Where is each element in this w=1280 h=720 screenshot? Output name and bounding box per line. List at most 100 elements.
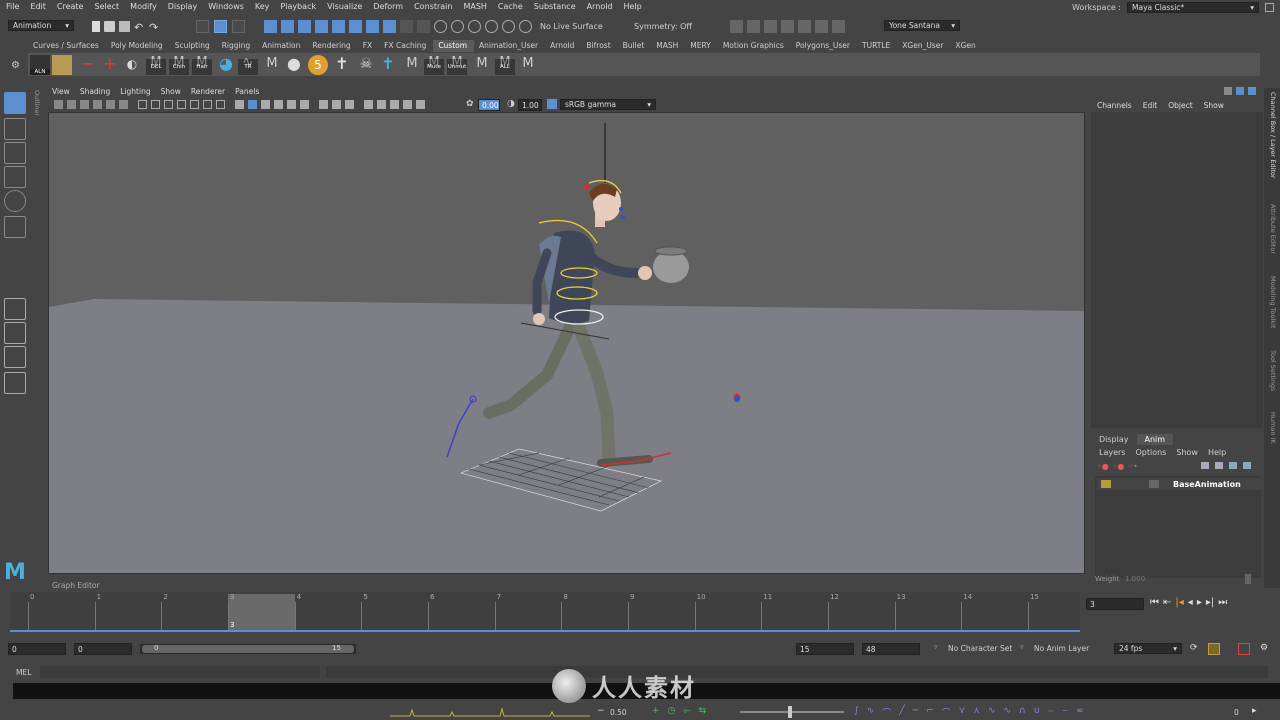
channel-box-menu-show[interactable]: Show [1198, 100, 1229, 112]
gate-mask-icon[interactable] [177, 100, 186, 109]
mute-icon[interactable]: M Mute [424, 55, 444, 75]
snap-point-icon[interactable] [468, 20, 481, 33]
auto-key-icon[interactable] [1238, 643, 1250, 655]
two-view-layout-icon[interactable] [4, 346, 26, 368]
shelf-tab-poly-modeling[interactable]: Poly Modeling [106, 40, 170, 52]
wireframe-icon[interactable] [235, 100, 244, 109]
python-icon[interactable]: ⬤ [284, 55, 304, 75]
break-tangents-icon[interactable]: ⋎ [959, 706, 966, 719]
script-icon[interactable] [52, 55, 72, 75]
menu-help[interactable]: Help [618, 0, 647, 11]
live-surface-label[interactable]: No Live Surface [540, 22, 603, 31]
layer-weight-icon[interactable] [1149, 480, 1159, 488]
weight-slider-handle[interactable] [1245, 574, 1251, 584]
mask-dynamics-icon[interactable] [349, 20, 362, 33]
snap-projected-icon[interactable] [485, 20, 498, 33]
move-layer-up-icon[interactable] [1201, 462, 1209, 469]
menu-edit[interactable]: Edit [24, 0, 51, 11]
render-settings-icon[interactable] [781, 20, 794, 33]
cb-icon-b[interactable] [1236, 87, 1244, 95]
film-gate-icon[interactable] [151, 100, 160, 109]
tangent-auto-icon[interactable]: ∫ [854, 706, 859, 719]
snap-curve-icon[interactable] [451, 20, 464, 33]
layer-menu-show[interactable]: Show [1171, 447, 1203, 458]
workspace-dropdown[interactable]: Maya Classic* ▾ [1127, 1, 1259, 13]
viewport-3d[interactable] [48, 112, 1085, 574]
bookmark-icon[interactable] [80, 100, 89, 109]
grid-icon[interactable] [138, 100, 147, 109]
menu-display[interactable]: Display [162, 0, 203, 11]
menu-arnold[interactable]: Arnold [581, 0, 618, 11]
shelf-tab-rendering[interactable]: Rendering [307, 40, 357, 52]
menu-select[interactable]: Select [88, 0, 124, 11]
bind-pose-icon[interactable]: ✝ [378, 55, 398, 75]
layer-tab-anim[interactable]: Anim [1136, 434, 1174, 445]
step-back-frame-icon[interactable]: |◂ [1175, 597, 1183, 608]
gamma-field[interactable]: 1.00 [518, 99, 542, 111]
user-dropdown[interactable]: Yone Santana ▾ [884, 20, 960, 31]
viewport-menu-lighting[interactable]: Lighting [116, 87, 156, 98]
layer-row[interactable]: BaseAnimation [1097, 478, 1261, 490]
command-language-label[interactable]: MEL [16, 668, 31, 677]
play-backward-icon[interactable]: ◂ [1188, 597, 1193, 608]
mask-misc-icon[interactable] [383, 20, 396, 33]
go-to-start-icon[interactable]: ⏮ [1150, 597, 1159, 608]
shelf-tab-polygons-user[interactable]: Polygons_User [791, 40, 857, 52]
menu-playback[interactable]: Playback [274, 0, 321, 11]
free-weights-icon[interactable]: ∿ [988, 706, 996, 719]
render-current-icon[interactable] [747, 20, 760, 33]
lock-weights-icon[interactable]: ∿ [1003, 706, 1011, 719]
command-input[interactable] [40, 666, 320, 678]
menu-file[interactable]: File [0, 0, 24, 11]
character-set-label[interactable]: No Character Set [948, 644, 1012, 653]
align-icon[interactable]: ALN [30, 55, 50, 75]
snap-grid-icon[interactable] [434, 20, 447, 33]
playback-start-field[interactable]: 0 [74, 643, 132, 655]
infinity-icon[interactable]: ∞ [1076, 706, 1084, 719]
shelf-tab-custom[interactable]: Custom [433, 40, 475, 52]
exposure-field[interactable]: 0.00 [478, 99, 500, 111]
unify-tangents-icon[interactable]: ⋏ [973, 706, 980, 719]
new-scene-icon[interactable] [92, 21, 100, 32]
layer-menu-layers[interactable]: Layers [1091, 447, 1130, 458]
step-back-key-icon[interactable]: ⇤ [1163, 597, 1171, 608]
cb-icon-c[interactable] [1248, 87, 1256, 95]
menu-visualize[interactable]: Visualize [321, 0, 367, 11]
time-slider[interactable]: 3 0 1 2 3 4 5 6 7 8 9 10 11 12 13 14 15 [10, 592, 1080, 632]
move-tool-icon[interactable] [4, 166, 26, 188]
layer-menu-help[interactable]: Help [1203, 447, 1231, 458]
timer-icon[interactable]: 5 [308, 55, 328, 75]
mel-icon-2[interactable]: M [402, 55, 422, 75]
two-d-pan-icon[interactable] [106, 100, 115, 109]
channel-box-menu-object[interactable]: Object [1162, 100, 1197, 112]
fps-dropdown[interactable]: 24 fps ▾ [1114, 643, 1182, 654]
single-perspective-layout-icon[interactable] [4, 298, 26, 320]
mask-joints-icon[interactable] [281, 20, 294, 33]
layer-menu-options[interactable]: Options [1130, 447, 1171, 458]
menu-mash[interactable]: MASH [457, 0, 491, 11]
lock-icon[interactable] [400, 20, 413, 33]
side-tab-attribute-editor[interactable]: Attribute Editor [1269, 204, 1277, 254]
textured-icon[interactable] [274, 100, 283, 109]
tangent-plateau-icon[interactable]: ⌒ [942, 706, 951, 719]
minus-small-icon[interactable]: − [597, 706, 605, 716]
shelf-tab-bullet[interactable]: Bullet [618, 40, 652, 52]
shelf-tab-rigging[interactable]: Rigging [217, 40, 257, 52]
denormalize-icon[interactable]: ⌣ [1062, 706, 1068, 719]
bottom-slider[interactable] [740, 706, 844, 718]
weight-value[interactable]: 1.000 [1125, 575, 1145, 583]
select-all-icon[interactable]: M ALL [495, 55, 515, 75]
viewport-menu-renderer[interactable]: Renderer [187, 87, 231, 98]
shadows-icon[interactable] [300, 100, 309, 109]
layer-option-b-icon[interactable] [1243, 462, 1251, 469]
loop-icon[interactable]: ⟳ [1190, 643, 1198, 653]
xray-icon[interactable] [319, 100, 328, 109]
menu-cache[interactable]: Cache [492, 0, 528, 11]
grease-pencil-icon[interactable] [119, 100, 128, 109]
pause-icon[interactable] [832, 20, 845, 33]
snapshot-curve-icon[interactable]: ∪ [1034, 706, 1041, 719]
animation-start-field[interactable]: 0 [8, 643, 66, 655]
scale-tool-icon[interactable] [4, 216, 26, 238]
undo-icon[interactable]: ↶ [134, 21, 145, 34]
field-chart-icon[interactable] [190, 100, 199, 109]
